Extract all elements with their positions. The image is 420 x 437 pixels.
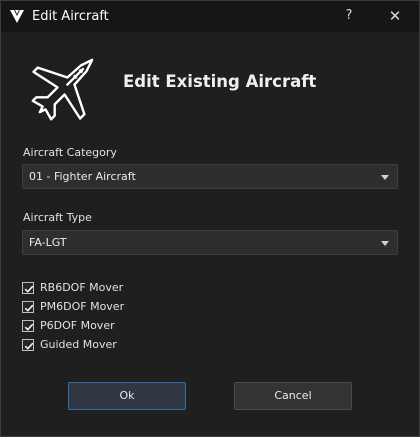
aircraft-type-value: FA-LGT	[29, 236, 67, 249]
pm6dof-mover-label: PM6DOF Mover	[40, 300, 125, 313]
p6dof-mover-checkbox[interactable]	[22, 319, 34, 332]
dialog-heading: Edit Existing Aircraft	[123, 72, 317, 91]
pm6dof-mover-checkbox[interactable]	[22, 300, 34, 313]
close-button[interactable]: ✕	[383, 5, 407, 27]
edit-aircraft-dialog: Edit Aircraft ? ✕ Edit Existing Aircraft…	[0, 0, 420, 437]
aircraft-category-label: Aircraft Category	[23, 146, 117, 159]
aircraft-category-value: 01 - Fighter Aircraft	[29, 170, 136, 183]
chevron-down-icon[interactable]	[381, 241, 389, 246]
checkmark-icon	[24, 342, 34, 350]
checkmark-icon	[24, 285, 34, 293]
guided-mover-checkbox-row[interactable]: Guided Mover	[22, 337, 117, 352]
aircraft-category-select[interactable]: 01 - Fighter Aircraft	[22, 164, 398, 189]
p6dof-mover-label: P6DOF Mover	[40, 319, 115, 332]
rb6dof-mover-checkbox[interactable]	[22, 281, 34, 294]
checkmark-icon	[24, 304, 34, 312]
guided-mover-label: Guided Mover	[40, 338, 117, 351]
ok-button[interactable]: Ok	[68, 382, 186, 410]
checkmark-icon	[24, 323, 34, 331]
pm6dof-mover-checkbox-row[interactable]: PM6DOF Mover	[22, 299, 124, 314]
p6dof-mover-checkbox-row[interactable]: P6DOF Mover	[22, 318, 115, 333]
chevron-down-icon[interactable]	[381, 175, 389, 180]
rb6dof-mover-checkbox-row[interactable]: RB6DOF Mover	[22, 280, 123, 295]
app-logo-icon	[9, 8, 25, 24]
rb6dof-mover-label: RB6DOF Mover	[40, 281, 124, 294]
help-button[interactable]: ?	[337, 5, 361, 27]
cancel-button[interactable]: Cancel	[234, 382, 352, 410]
fighter-jet-icon	[31, 58, 94, 121]
aircraft-type-select[interactable]: FA-LGT	[22, 230, 398, 255]
window-title: Edit Aircraft	[32, 9, 109, 24]
title-bar[interactable]: Edit Aircraft ? ✕	[1, 1, 419, 32]
guided-mover-checkbox[interactable]	[22, 338, 34, 351]
aircraft-type-label: Aircraft Type	[23, 211, 92, 224]
